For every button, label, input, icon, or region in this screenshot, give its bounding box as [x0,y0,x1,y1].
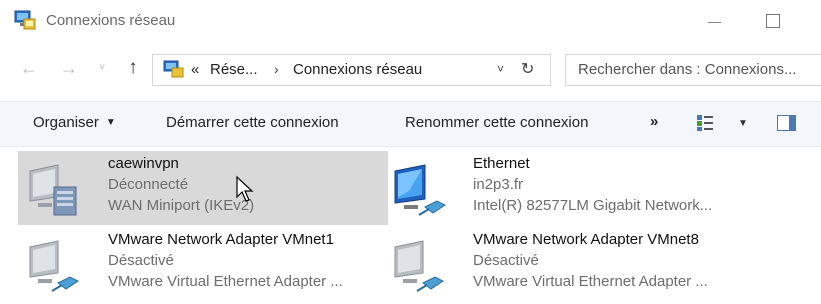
ethernet-connection-icon [394,164,446,216]
recent-locations-button[interactable]: ˅ [95,55,109,81]
forward-button[interactable]: → [58,55,80,81]
search-input[interactable]: Rechercher dans : Connexions... [565,54,821,86]
breadcrumb-item[interactable]: Connexions réseau [293,61,422,78]
caret-down-icon: ▼ [105,117,116,128]
rename-connection-button[interactable]: Renommer cette connexion [405,114,588,131]
connection-device: WAN Miniport (IKEv2) [108,197,255,214]
connection-device: Intel(R) 82577LM Gigabit Network... [473,197,713,214]
minimize-button[interactable] [700,10,730,34]
breadcrumb-separator[interactable]: › [274,61,279,77]
window-title: Connexions réseau [46,12,176,29]
refresh-icon[interactable]: ↻ [521,59,534,79]
preview-pane-icon[interactable] [777,115,796,131]
network-connections-icon [14,10,36,30]
connection-name: VMware Network Adapter VMnet1 [108,231,334,248]
connection-name: Ethernet [473,155,530,172]
connection-device: VMware Virtual Ethernet Adapter ... [473,273,708,290]
network-adapter-icon [394,240,444,292]
network-adapter-icon [29,240,79,292]
connection-status: in2p3.fr [473,176,524,193]
network-connections-icon [163,60,184,78]
organise-menu[interactable]: Organiser ▼ [33,114,116,131]
connection-item-caewinvpn[interactable]: caewinvpn Déconnecté WAN Miniport (IKEv2… [18,151,388,225]
address-bar[interactable]: « Rése... › Connexions réseau ˅ ↻ [152,54,551,86]
vpn-connection-icon [29,164,77,216]
connection-status: Désactivé [108,252,174,269]
search-placeholder: Rechercher dans : Connexions... [578,61,797,78]
organise-label: Organiser [33,114,99,131]
connection-item-ethernet[interactable]: Ethernet in2p3.fr Intel(R) 82577LM Gigab… [383,151,753,225]
maximize-button[interactable] [758,10,788,34]
connection-name: VMware Network Adapter VMnet8 [473,231,699,248]
connection-status: Déconnecté [108,176,189,193]
title-bar: Connexions réseau [0,0,821,44]
back-button[interactable]: ← [18,55,40,81]
more-commands-button[interactable]: » [650,113,658,130]
view-dropdown-icon[interactable]: ▼ [738,118,748,129]
breadcrumb-item[interactable]: Rése... [210,61,258,78]
connection-item-vmnet8[interactable]: VMware Network Adapter VMnet8 Désactivé … [383,227,753,301]
connection-status: Désactivé [473,252,539,269]
mouse-cursor-icon [236,175,254,202]
connection-device: VMware Virtual Ethernet Adapter ... [108,273,343,290]
view-options-icon[interactable] [696,114,714,132]
connection-name: caewinvpn [108,155,179,172]
chevron-down-icon[interactable]: ˅ [497,62,504,76]
start-connection-button[interactable]: Démarrer cette connexion [166,114,339,131]
command-bar: Organiser ▼ Démarrer cette connexion Reno… [0,101,821,147]
navigation-bar: ← → ˅ ↑ « Rése... › Connexions réseau ˅ … [0,50,821,90]
connection-item-vmnet1[interactable]: VMware Network Adapter VMnet1 Désactivé … [18,227,388,301]
up-button[interactable]: ↑ [122,55,144,81]
breadcrumb-overflow[interactable]: « [191,61,199,78]
